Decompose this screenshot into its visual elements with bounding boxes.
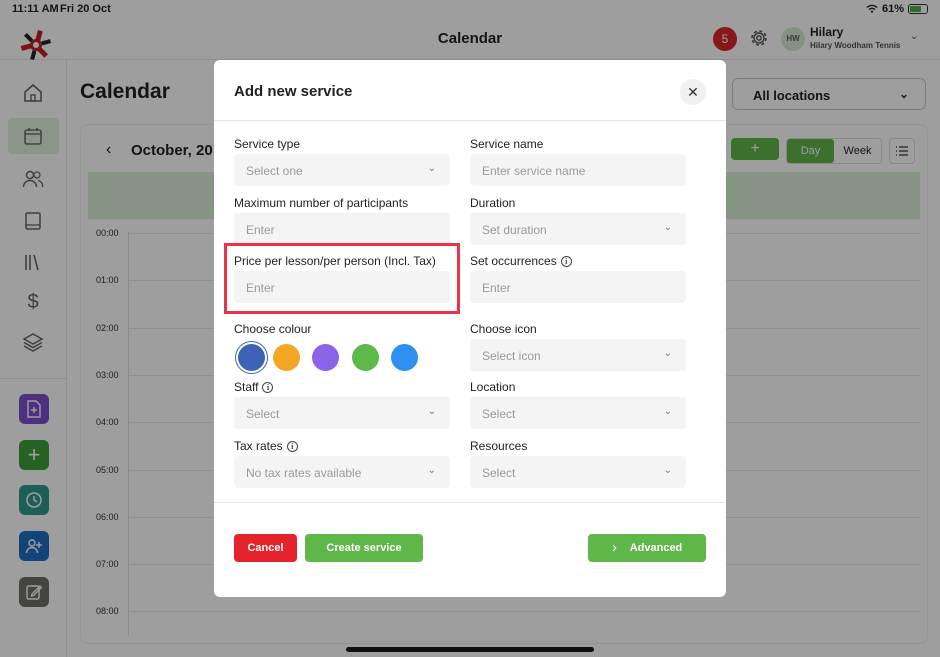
info-icon[interactable]: i (286, 441, 298, 452)
cancel-button[interactable]: Cancel (234, 534, 297, 562)
colour-swatch[interactable] (391, 344, 418, 371)
staff-placeholder: Select (246, 407, 280, 421)
occurrences-label: Set occurrences i (470, 254, 572, 268)
price-label: Price per lesson/per person (Incl. Tax) (234, 254, 436, 268)
service-name-label: Service name (470, 137, 544, 151)
chevron-down-icon: ⌄ (427, 406, 436, 417)
icon-select[interactable]: Select icon ⌄ (470, 339, 686, 371)
duration-label: Duration (470, 196, 516, 210)
advanced-button-label: Advanced (629, 542, 683, 554)
staff-select[interactable]: Select ⌄ (234, 397, 450, 429)
max-participants-input[interactable]: Enter (234, 213, 450, 245)
add-service-dialog: Add new service ✕ Service type Select on… (214, 60, 726, 597)
tax-rates-label: Tax rates i (234, 439, 298, 453)
colour-swatch[interactable] (238, 344, 265, 371)
chevron-down-icon: ⌄ (663, 406, 672, 417)
price-input[interactable]: Enter (234, 271, 450, 303)
icon-label: Choose icon (470, 322, 537, 336)
home-indicator[interactable] (346, 647, 594, 652)
chevron-down-icon: ⌄ (427, 163, 436, 174)
resources-placeholder: Select (482, 466, 516, 480)
chevron-right-icon: › (612, 539, 617, 556)
resources-select[interactable]: Select ⌄ (470, 456, 686, 488)
create-service-button[interactable]: Create service (305, 534, 423, 562)
close-icon[interactable]: ✕ (680, 79, 706, 105)
advanced-button[interactable]: › Advanced (588, 534, 706, 562)
chevron-down-icon: ⌄ (663, 222, 672, 233)
service-type-placeholder: Select one (246, 164, 303, 178)
colour-swatch[interactable] (352, 344, 379, 371)
staff-label: Staff i (234, 380, 274, 394)
duration-placeholder: Set duration (482, 223, 547, 237)
staff-label-text: Staff (234, 380, 259, 394)
price-placeholder: Enter (246, 281, 275, 295)
max-participants-label: Maximum number of participants (234, 196, 409, 210)
occurrences-input[interactable]: Enter (470, 271, 686, 303)
chevron-down-icon: ⌄ (663, 348, 672, 359)
dialog-title: Add new service (234, 83, 353, 100)
chevron-down-icon: ⌄ (427, 465, 436, 476)
service-name-placeholder: Enter service name (482, 164, 586, 178)
tax-rates-select[interactable]: No tax rates available ⌄ (234, 456, 450, 488)
tax-rates-placeholder: No tax rates available (246, 466, 362, 480)
service-type-select[interactable]: Select one ⌄ (234, 154, 450, 186)
colour-swatch[interactable] (273, 344, 300, 371)
occurrences-placeholder: Enter (482, 281, 511, 295)
max-participants-placeholder: Enter (246, 223, 275, 237)
info-icon[interactable]: i (262, 382, 274, 393)
occurrences-label-text: Set occurrences (470, 254, 557, 268)
colour-swatch[interactable] (312, 344, 339, 371)
tax-rates-label-text: Tax rates (234, 439, 283, 453)
location-placeholder: Select (482, 407, 516, 421)
colour-label: Choose colour (234, 322, 312, 336)
location-field-select[interactable]: Select ⌄ (470, 397, 686, 429)
info-icon[interactable]: i (560, 256, 572, 267)
dialog-divider-top (214, 120, 726, 121)
location-label: Location (470, 380, 516, 394)
chevron-down-icon: ⌄ (663, 465, 672, 476)
icon-placeholder: Select icon (482, 349, 541, 363)
service-type-label: Service type (234, 137, 301, 151)
dialog-divider-bottom (214, 502, 726, 503)
service-name-input[interactable]: Enter service name (470, 154, 686, 186)
resources-label: Resources (470, 439, 528, 453)
duration-select[interactable]: Set duration ⌄ (470, 213, 686, 245)
